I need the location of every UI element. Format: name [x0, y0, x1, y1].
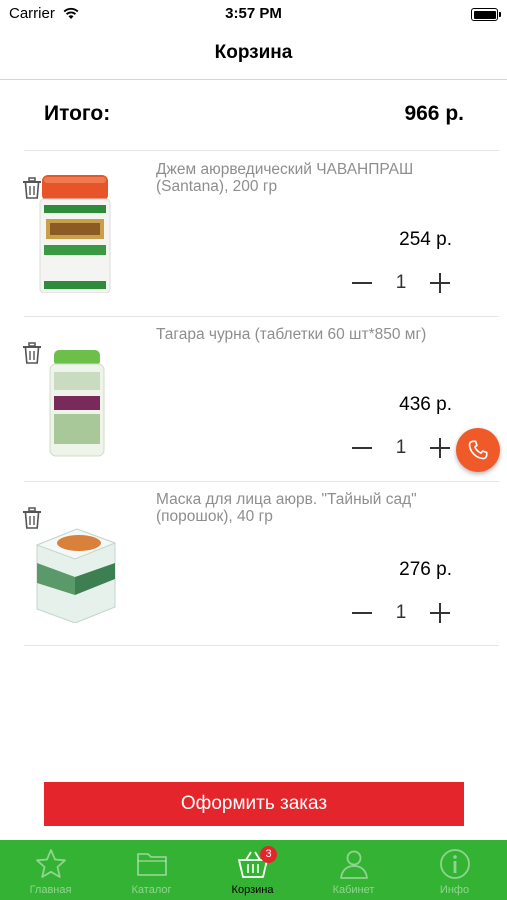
page-title: Корзина	[214, 42, 293, 63]
tab-label: Кабинет	[332, 884, 375, 896]
decrease-quantity-button[interactable]	[350, 436, 374, 460]
tagara-bottle-image	[49, 350, 105, 457]
increase-quantity-button[interactable]	[428, 601, 452, 625]
status-bar: Carrier 3:57 PM	[0, 0, 507, 30]
item-name[interactable]: Тагара чурна (таблетки 60 шт*850 мг)	[156, 326, 466, 343]
tab-bar: Главная Каталог 3 Корзина Кабинет Инфо	[0, 840, 507, 900]
tab-catalog[interactable]: Каталог	[101, 840, 202, 900]
total-row: Итого: 966 р.	[44, 96, 464, 132]
item-price: 276 р.	[399, 559, 452, 580]
tab-home[interactable]: Главная	[0, 840, 101, 900]
total-label: Итого:	[44, 102, 111, 125]
cart-item: Маска для лица аюрв. "Тайный сад" (порош…	[0, 481, 507, 646]
quantity-value: 1	[395, 272, 407, 293]
call-button[interactable]	[456, 428, 500, 472]
total-value: 966 р.	[404, 102, 464, 125]
item-name[interactable]: Маска для лица аюрв. "Тайный сад" (порош…	[156, 491, 466, 525]
increase-quantity-button[interactable]	[428, 436, 452, 460]
divider	[24, 645, 499, 646]
battery-icon	[471, 8, 501, 21]
cart-item: Джем аюрведический ЧАВАНПРАШ (Santana), …	[0, 151, 507, 316]
phone-icon	[468, 440, 488, 460]
tab-label: Инфо	[439, 884, 470, 896]
decrease-quantity-button[interactable]	[350, 601, 374, 625]
increase-quantity-button[interactable]	[428, 271, 452, 295]
cart-count-badge: 3	[260, 846, 277, 863]
folder-icon	[137, 853, 167, 876]
checkout-button[interactable]: Оформить заказ	[44, 782, 464, 826]
item-price: 254 р.	[399, 229, 452, 250]
tab-label: Каталог	[131, 884, 172, 896]
tab-label: Главная	[29, 884, 72, 896]
tab-label: Корзина	[231, 884, 274, 896]
navigation-bar: Корзина	[0, 30, 507, 80]
quantity-value: 1	[395, 437, 407, 458]
item-price: 436 р.	[399, 394, 452, 415]
item-name[interactable]: Джем аюрведический ЧАВАНПРАШ (Santana), …	[156, 161, 466, 195]
tab-cart[interactable]: 3 Корзина	[202, 840, 303, 900]
user-icon	[340, 850, 368, 879]
chyawanprash-jar-image	[39, 175, 111, 293]
cart-item: Тагара чурна (таблетки 60 шт*850 мг) 436…	[0, 316, 507, 481]
face-mask-box-image	[35, 528, 117, 623]
info-icon	[440, 849, 470, 879]
decrease-quantity-button[interactable]	[350, 271, 374, 295]
quantity-value: 1	[395, 602, 407, 623]
tab-info[interactable]: Инфо	[404, 840, 505, 900]
tab-account[interactable]: Кабинет	[303, 840, 404, 900]
star-icon	[36, 849, 66, 878]
status-time: 3:57 PM	[225, 5, 282, 22]
